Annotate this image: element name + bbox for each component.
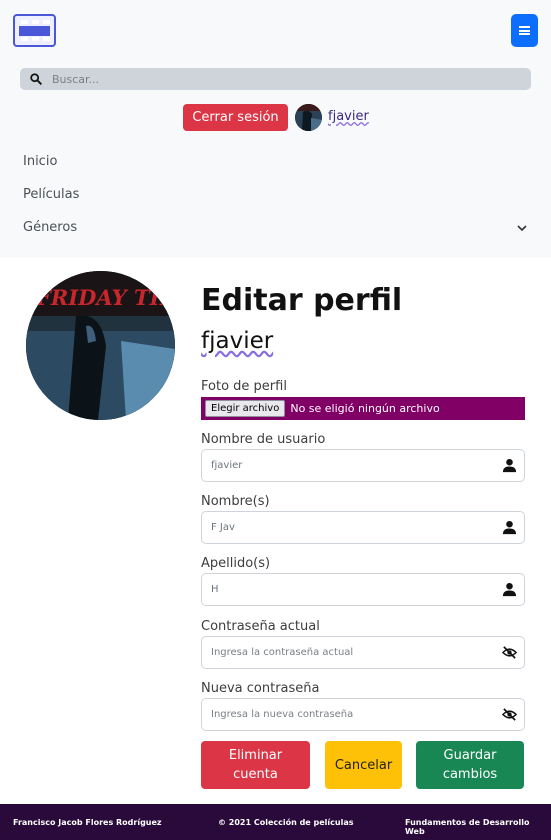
film-strip-logo-icon[interactable] [13, 14, 56, 47]
search-icon [30, 73, 42, 85]
delete-account-button[interactable]: Eliminar cuenta [201, 741, 310, 789]
file-input: Elegir archivo No se eligió ningún archi… [201, 397, 525, 420]
first-name-input[interactable] [211, 512, 491, 543]
footer-copyright: © 2021 Colección de películas [218, 818, 354, 827]
search-bar [20, 68, 531, 90]
footer-author: Francisco Jacob Flores Rodríguez [13, 818, 162, 827]
new-password-input[interactable] [211, 699, 491, 730]
footer: Francisco Jacob Flores Rodríguez © 2021 … [0, 804, 551, 840]
file-status-text: No se eligió ningún archivo [290, 402, 440, 415]
hamburger-menu-button[interactable] [511, 14, 538, 47]
user-icon [502, 520, 517, 535]
eye-slash-icon[interactable] [502, 645, 517, 660]
last-name-input[interactable] [211, 574, 491, 605]
hamburger-menu-icon [519, 26, 530, 35]
nav-item-peliculas[interactable]: Películas [23, 187, 79, 202]
save-changes-button[interactable]: Guardar cambios [416, 741, 524, 789]
current-password-field [201, 636, 525, 669]
last-name-field [201, 573, 525, 606]
logout-button[interactable]: Cerrar sesión [183, 104, 288, 131]
cancel-button[interactable]: Cancelar [325, 741, 402, 789]
profile-picture: FRIDAY THE 13 [26, 271, 175, 420]
chevron-down-icon[interactable] [516, 222, 528, 234]
username-field [201, 449, 525, 482]
nav-username-link[interactable]: fjavier [328, 109, 369, 124]
current-password-input[interactable] [211, 637, 491, 668]
new-password-field [201, 698, 525, 731]
user-icon [502, 582, 517, 597]
page-title: Editar perfil [201, 283, 403, 318]
photo-label: Foto de perfil [201, 379, 287, 394]
nav-item-generos[interactable]: Géneros [23, 220, 77, 235]
last-name-label: Apellido(s) [201, 556, 271, 571]
user-icon [502, 458, 517, 473]
username-label: Nombre de usuario [201, 432, 326, 447]
nav-item-inicio[interactable]: Inicio [23, 154, 57, 169]
username-input[interactable] [211, 450, 491, 481]
profile-username: fjavier [201, 328, 274, 354]
choose-file-button[interactable]: Elegir archivo [205, 400, 286, 417]
first-name-field [201, 511, 525, 544]
avatar[interactable] [295, 104, 322, 131]
first-name-label: Nombre(s) [201, 494, 270, 509]
search-input[interactable] [52, 68, 522, 90]
top-navbar: Cerrar sesión fjavier Inicio Películas G… [0, 0, 551, 257]
footer-course: Fundamentos de Desarrollo Web [405, 818, 530, 836]
current-password-label: Contraseña actual [201, 619, 320, 634]
svg-text:FRIDAY THE 13: FRIDAY THE 13 [35, 285, 175, 310]
new-password-label: Nueva contraseña [201, 681, 320, 696]
eye-slash-icon[interactable] [502, 707, 517, 722]
